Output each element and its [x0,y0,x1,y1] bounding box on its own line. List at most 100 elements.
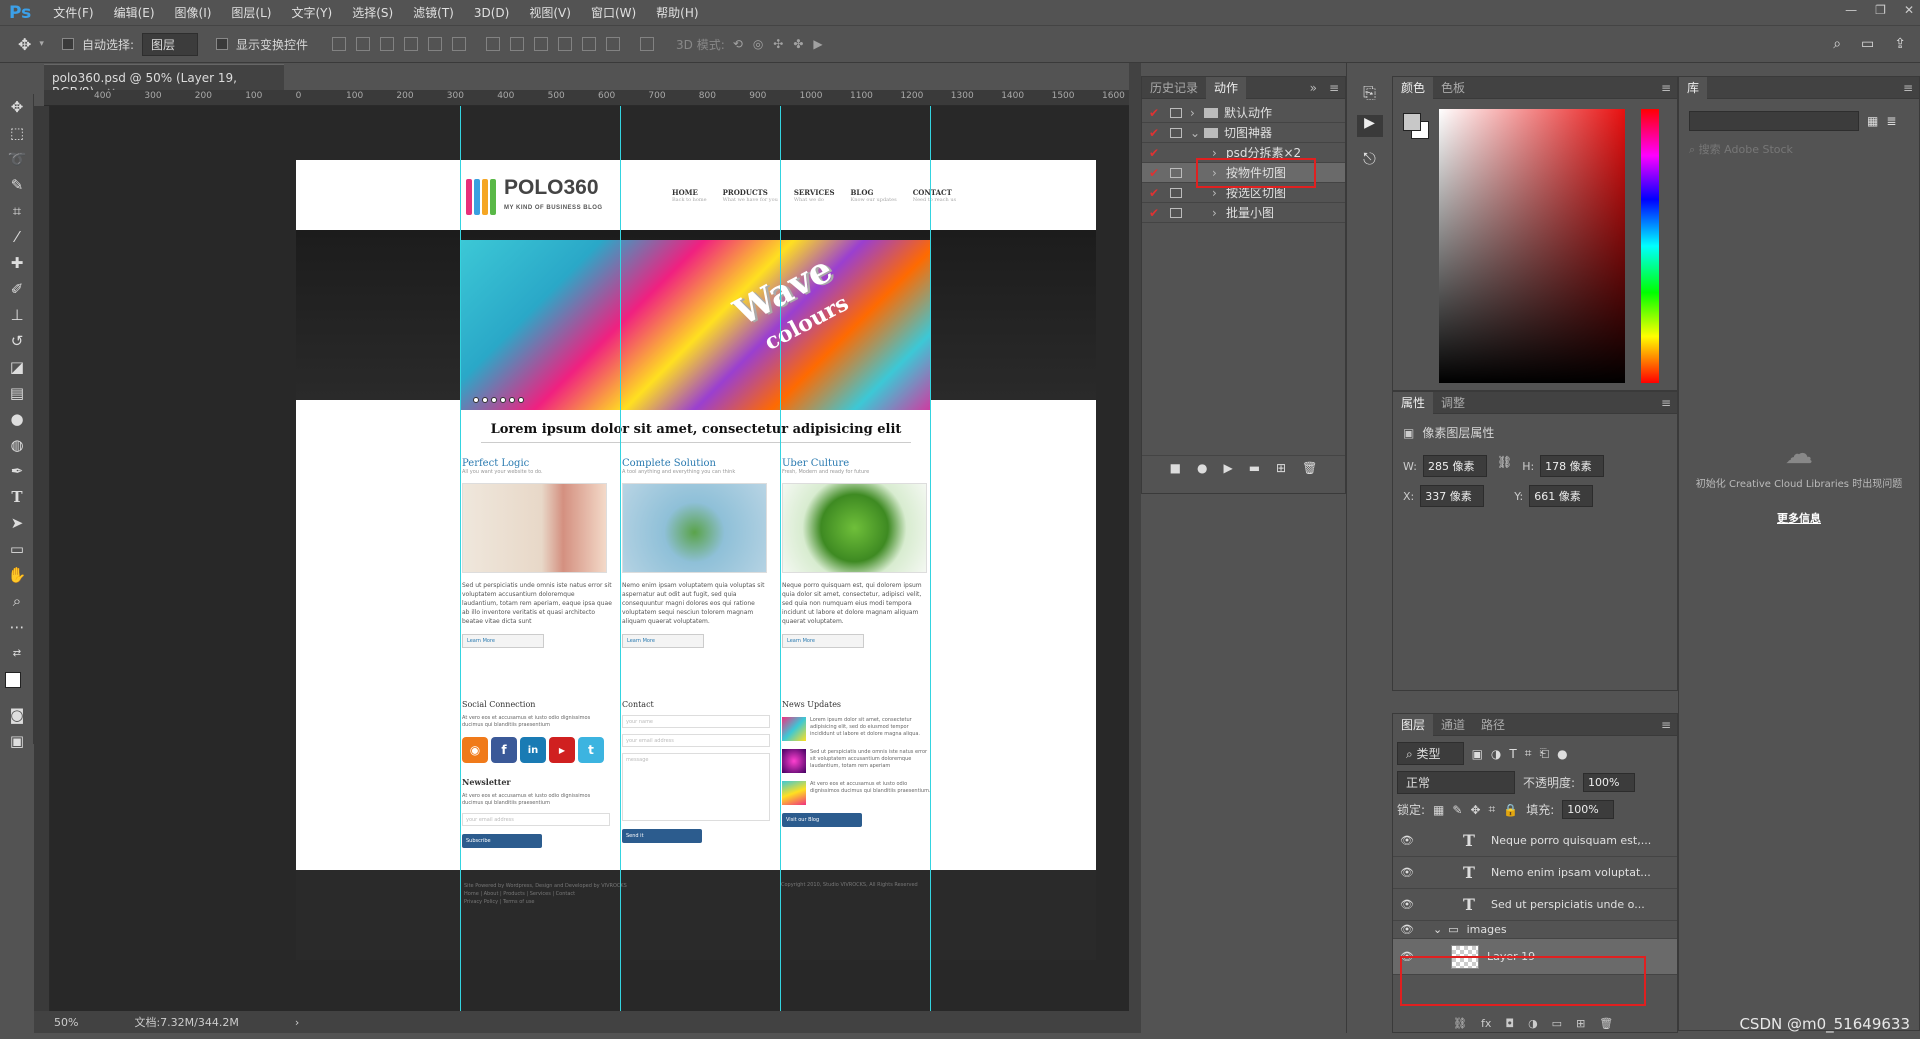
align-right-icon[interactable] [452,37,467,51]
subscribe-button[interactable]: Subscribe [462,834,542,848]
nav-products[interactable]: PRODUCTS What we have for you [723,188,778,203]
move-tool-icon[interactable]: ✥ [18,35,31,54]
brush-tool-icon[interactable]: ✐ [0,276,34,302]
lock-position-icon[interactable]: ✥ [1470,803,1480,817]
visibility-eye-icon[interactable]: 👁 [1393,866,1421,879]
menu-type[interactable]: 文字(Y) [281,4,342,21]
color-field[interactable] [1439,109,1625,383]
lock-transparent-icon[interactable]: ▦ [1433,803,1444,817]
layer-group-row[interactable]: 👁 ⌄ ▭ images [1393,921,1677,939]
new-layer-icon[interactable]: ⊞ [1576,1017,1585,1030]
learn-more-button[interactable]: Learn More [462,634,544,648]
contact-message-input[interactable]: message [622,753,770,821]
lock-all-icon[interactable]: 🔒 [1503,803,1518,817]
filter-shape-icon[interactable]: ⌗ [1525,746,1532,761]
tab-color[interactable]: 颜色 [1393,76,1434,99]
delete-icon[interactable]: 🗑 [1302,461,1317,475]
blur-tool-icon[interactable]: ● [0,406,34,432]
linkedin-icon[interactable]: in [520,737,546,763]
x-field[interactable]: 337 像素 [1420,485,1485,507]
stop-icon[interactable]: ■ [1170,461,1181,475]
dodge-tool-icon[interactable]: ◍ [0,432,34,458]
tab-actions[interactable]: 动作 [1206,76,1247,99]
news-item[interactable]: At vero eos et accusamus et iusto odio d… [782,781,932,805]
tab-history[interactable]: 历史记录 [1142,77,1206,99]
distribute-hcenter-icon[interactable] [582,37,597,51]
menu-layer[interactable]: 图层(L) [221,4,281,21]
fg-bg-swatch[interactable] [1403,113,1429,139]
lock-image-icon[interactable]: ✎ [1452,803,1462,817]
panel-menu-icon[interactable]: ≡ [1661,718,1671,732]
swap-colors-icon[interactable]: ⇄ [0,640,34,666]
learn-more-button[interactable]: Learn More [622,634,704,648]
tab-layers[interactable]: 图层 [1393,713,1434,736]
guide-line[interactable] [930,106,931,1011]
add-mask-icon[interactable]: ◘ [1505,1017,1514,1030]
3d-roll-icon[interactable]: ◎ [753,37,763,51]
zoom-level[interactable]: 50% [54,1016,78,1029]
filter-adjust-icon[interactable]: ◑ [1491,747,1501,761]
news-item[interactable]: Lorem ipsum dolor sit amet, consectetur … [782,717,932,741]
distribute-vcenter-icon[interactable] [510,37,525,51]
panel-menu-icon[interactable]: ≡ [1903,81,1913,95]
menu-view[interactable]: 视图(V) [519,4,581,21]
action-item[interactable]: ✔ › 批量小图 [1142,203,1345,223]
eyedropper-tool-icon[interactable]: ⁄ [0,224,34,250]
auto-select-dropdown[interactable]: 图层 [141,32,198,56]
guide-line[interactable] [460,106,461,1011]
lasso-tool-icon[interactable]: ➰ [0,146,34,172]
move-tool-icon[interactable]: ✥ [0,94,34,120]
list-view-icon[interactable]: ≣ [1886,114,1896,128]
document-tab[interactable]: polo360.psd @ 50% (Layer 19, RGB/8) × [44,64,284,99]
height-field[interactable]: 178 像素 [1540,455,1605,477]
new-action-icon[interactable]: ⊞ [1276,461,1286,475]
guide-line[interactable] [620,106,621,1011]
new-group-icon[interactable]: ▭ [1552,1017,1562,1030]
marquee-tool-icon[interactable]: ⬚ [0,120,34,146]
auto-select-checkbox[interactable] [61,38,74,50]
blend-mode-select[interactable]: 正常 [1397,771,1515,794]
search-icon[interactable]: ⌕ [1833,36,1841,52]
visit-blog-button[interactable]: Visit our Blog [782,813,862,827]
panel-menu-icon[interactable]: ≡ [1661,81,1671,95]
news-item[interactable]: Sed ut perspiciatis unde omnis iste natu… [782,749,932,773]
panel-expand-icon[interactable]: » [1310,81,1317,95]
panel-menu-icon[interactable]: ≡ [1329,81,1339,95]
3d-scale-icon[interactable]: ▶ [813,37,822,51]
grid-view-icon[interactable]: ▦ [1867,114,1878,128]
tab-properties[interactable]: 属性 [1393,391,1434,414]
chevron-down-icon[interactable]: ▾ [39,39,44,49]
visibility-eye-icon[interactable]: 👁 [1393,923,1421,936]
menu-image[interactable]: 图像(I) [165,4,222,21]
hue-slider[interactable] [1641,109,1659,383]
workspace-icon[interactable]: ▭ [1861,36,1874,52]
twitter-icon[interactable]: t [578,737,604,763]
newsletter-email-input[interactable]: your email address [462,813,610,826]
3d-pan-icon[interactable]: ✣ [773,37,783,51]
screen-mode-icon[interactable]: ▣ [0,728,34,754]
menu-edit[interactable]: 编辑(E) [104,4,165,21]
menu-file[interactable]: 文件(F) [43,4,103,21]
distribute-left-icon[interactable] [558,37,573,51]
link-layers-icon[interactable]: ⛓ [1453,1017,1467,1030]
align-vcenter-icon[interactable] [356,37,371,51]
status-menu-icon[interactable]: › [295,1016,299,1029]
menu-help[interactable]: 帮助(H) [646,4,708,21]
menu-3d[interactable]: 3D(D) [464,6,519,20]
link-icon[interactable]: ⛓ [1497,455,1512,477]
distribute-top-icon[interactable] [486,37,501,51]
layer-row[interactable]: 👁 T Neque porro quisquam est,... [1393,825,1677,857]
learn-more-button[interactable]: Learn More [782,634,864,648]
align-left-icon[interactable] [404,37,419,51]
contact-email-input[interactable]: your email address [622,734,770,747]
3d-slide-icon[interactable]: ✤ [793,37,803,51]
lock-artboard-icon[interactable]: ⌗ [1489,802,1496,817]
visibility-eye-icon[interactable]: 👁 [1393,898,1421,911]
menu-filter[interactable]: 滤镜(T) [403,4,464,21]
actions-dock-icon[interactable]: ▶ [1356,115,1383,137]
quick-select-tool-icon[interactable]: ✎ [0,172,34,198]
quick-mask-icon[interactable]: ◙ [0,702,34,728]
action-set[interactable]: ✔ ⌄ 切图神器 [1142,123,1345,143]
y-field[interactable]: 661 像素 [1529,485,1594,507]
gradient-tool-icon[interactable]: ▤ [0,380,34,406]
